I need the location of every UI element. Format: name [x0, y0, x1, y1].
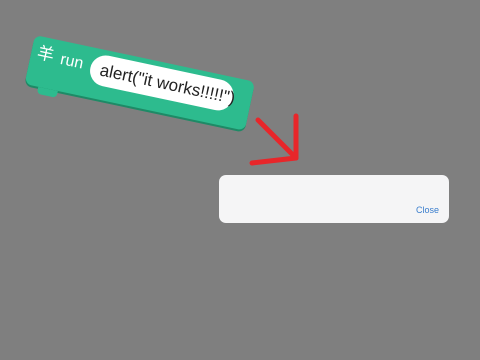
- alert-dialog: Close: [219, 175, 449, 223]
- red-arrow-annotation: [249, 113, 299, 166]
- run-block[interactable]: 羊 run alert("it works!!!!!"): [24, 35, 256, 131]
- run-label: run: [58, 51, 85, 73]
- block-notch: [36, 86, 58, 98]
- goat-icon: 羊: [35, 43, 57, 66]
- close-button[interactable]: Close: [416, 205, 439, 215]
- code-input[interactable]: alert("it works!!!!!"): [87, 52, 237, 114]
